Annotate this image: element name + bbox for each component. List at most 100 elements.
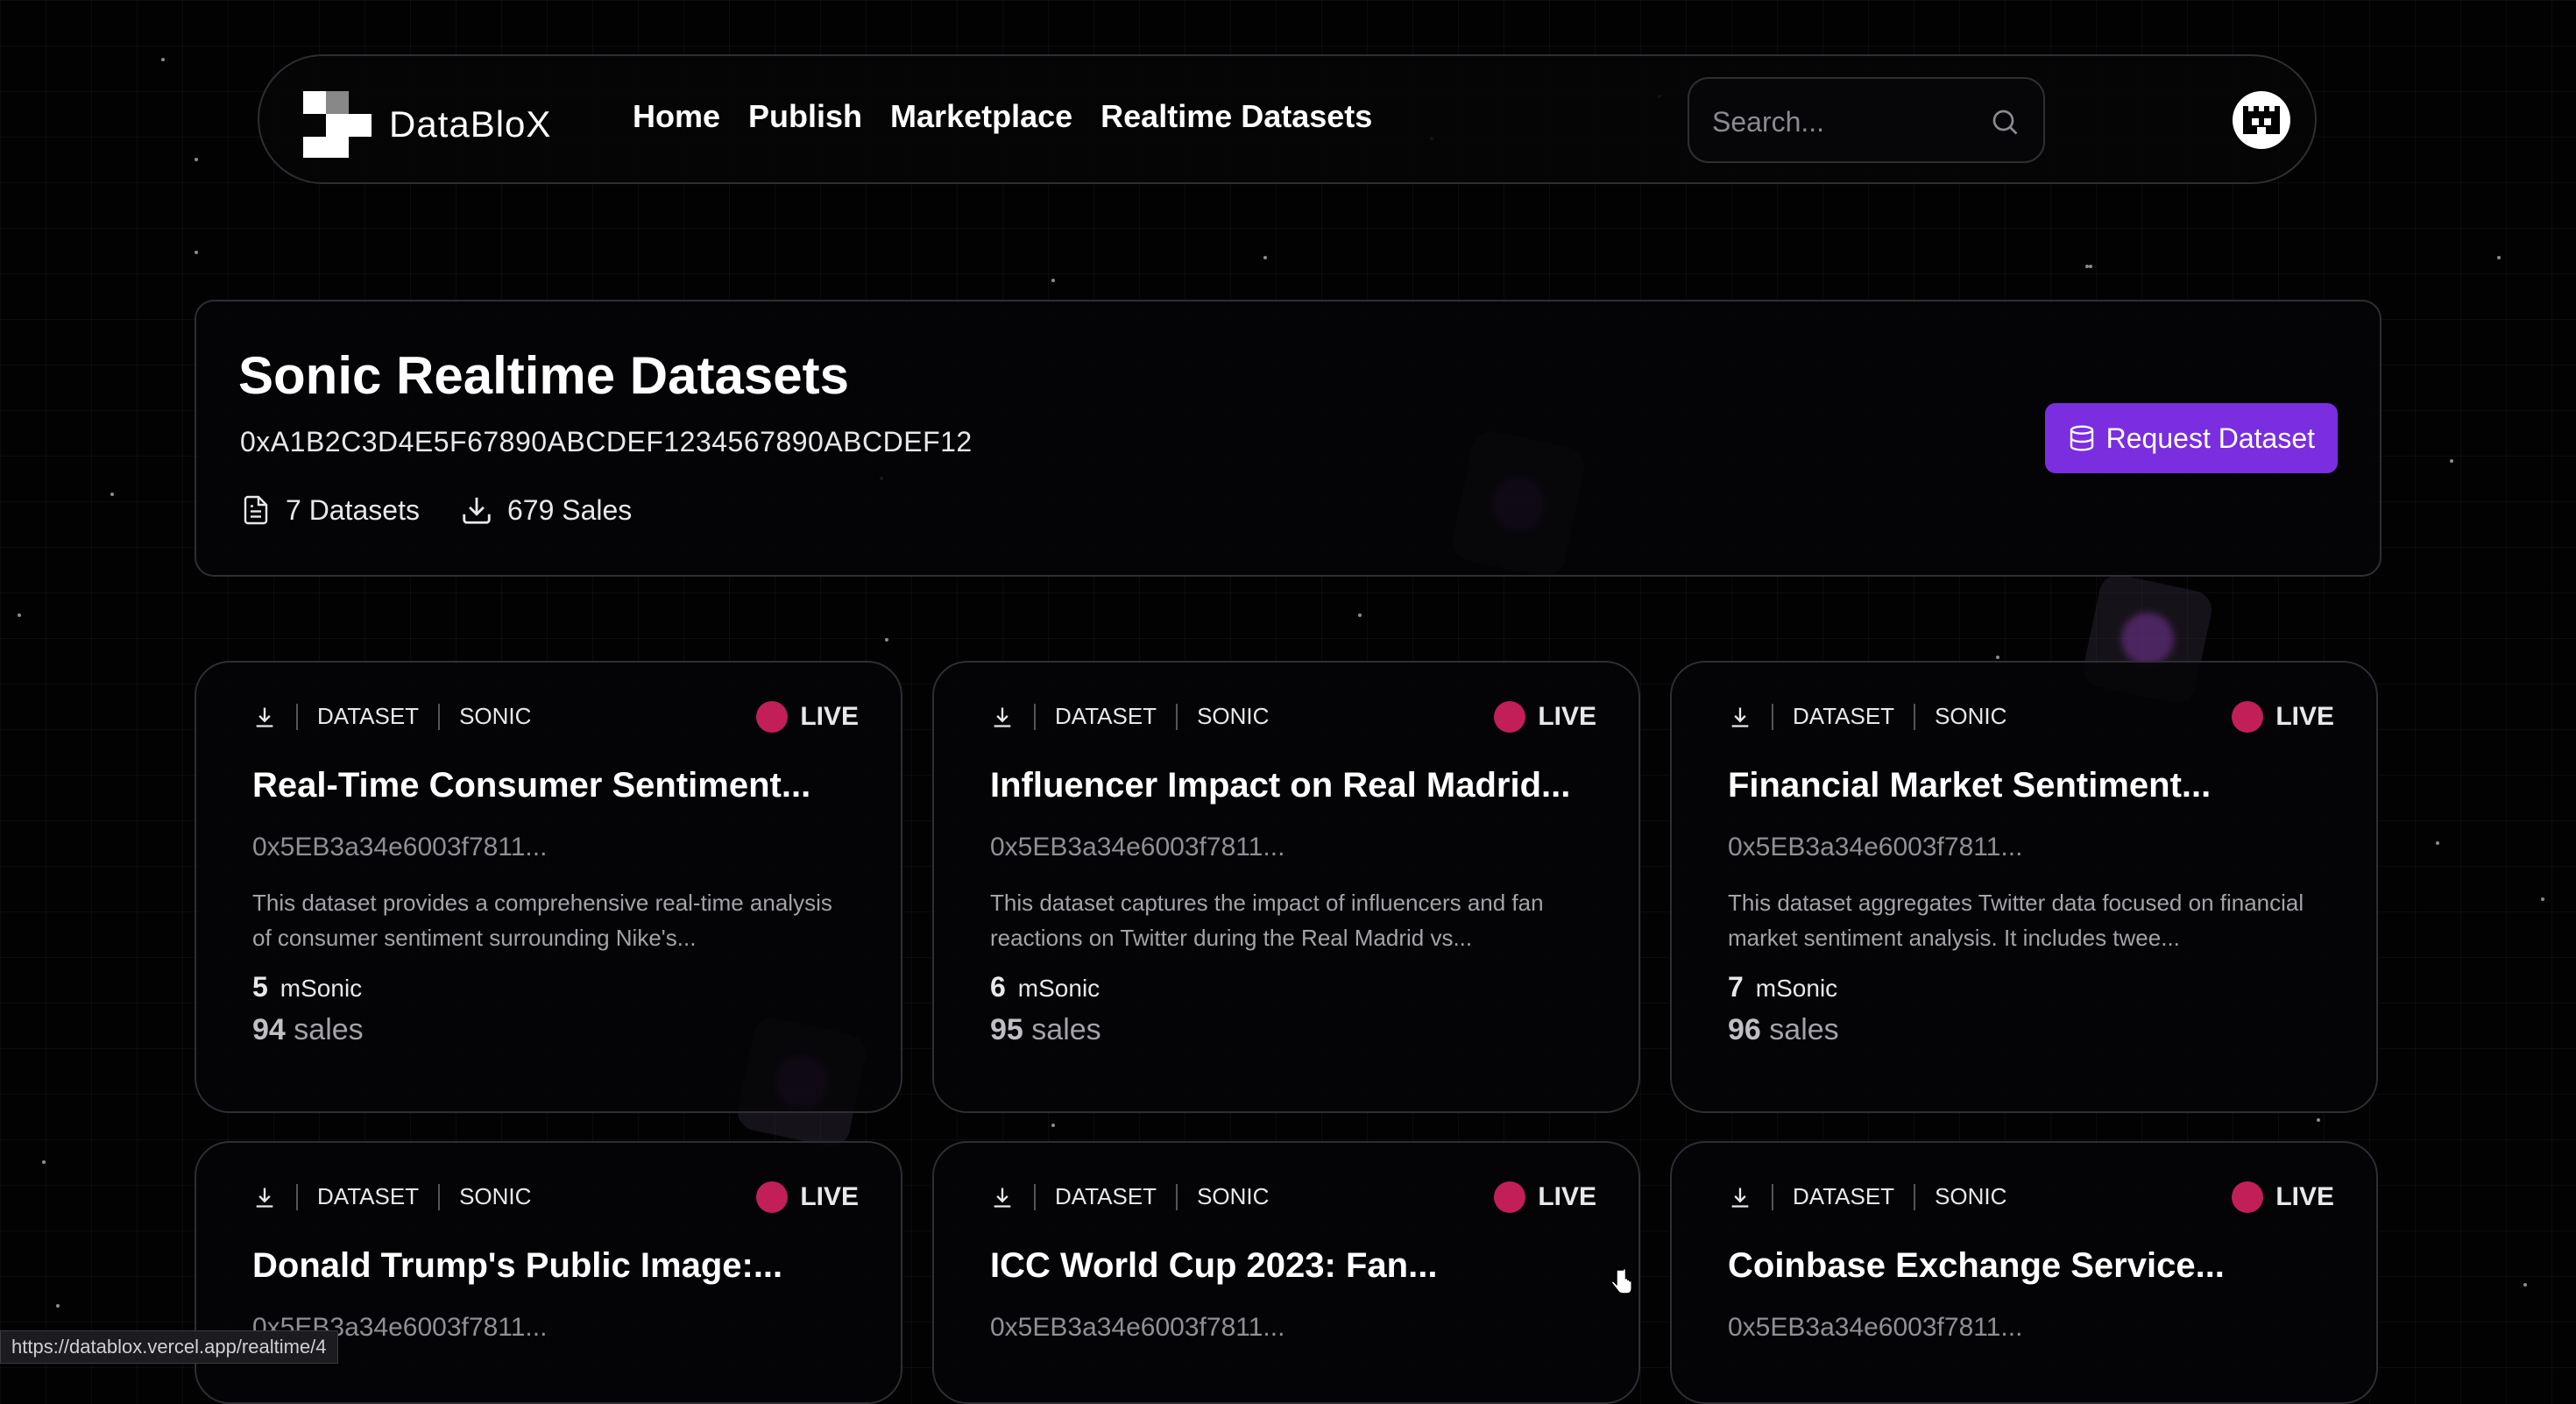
card-tags: DATASET SONIC [1728,1183,2006,1210]
request-dataset-label: Request Dataset [2105,422,2315,454]
live-dot-icon [2232,1181,2264,1213]
live-label: LIVE [800,1182,859,1211]
live-label: LIVE [800,702,859,731]
dataset-title: Coinbase Exchange Service... [1728,1246,2225,1285]
dataset-description: This dataset captures the impact of infl… [990,890,1544,951]
dataset-tag: DATASET [317,1183,420,1209]
live-badge: LIVE [756,701,859,733]
dataset-title: Influencer Impact on Real Madrid... [990,766,1571,805]
live-label: LIVE [2275,1182,2334,1211]
sales-value: 95 [990,1013,1023,1046]
datasets-count-stat: 7 Datasets [240,493,420,528]
price-unit: mSonic [280,975,363,1002]
live-badge: LIVE [2232,1181,2334,1213]
download-icon[interactable] [1728,705,1752,729]
dataset-tag: DATASET [1793,1183,1895,1209]
dataset-card[interactable]: DATASET SONIC LIVE Real-Time Consumer Se… [195,661,902,1113]
search-input[interactable] [1710,100,1977,144]
chain-tag: SONIC [459,1183,532,1209]
hand-cursor-icon [1610,1267,1632,1294]
page-title: Sonic Realtime Datasets [238,346,849,405]
live-badge: LIVE [1494,701,1596,733]
brand-logo[interactable]: DataBloX [303,91,551,158]
dataset-title: Real-Time Consumer Sentiment... [252,766,811,805]
live-label: LIVE [2275,702,2334,731]
collection-address: 0xA1B2C3D4E5F67890ABCDEF1234567890ABCDEF… [240,426,973,457]
dataset-price: 5 mSonic [252,971,362,1003]
download-icon[interactable] [252,705,277,729]
dataset-card[interactable]: DATASET SONIC LIVE ICC World Cup 2023: F… [932,1141,1640,1404]
download-icon [463,497,491,524]
download-icon[interactable] [1728,1185,1752,1209]
request-dataset-button[interactable]: Request Dataset [2044,403,2338,473]
download-icon[interactable] [990,705,1015,729]
dataset-sales: 96 sales [1728,1013,1839,1047]
chain-tag: SONIC [459,703,532,729]
price-value: 7 [1728,971,1744,1003]
document-icon [244,495,268,525]
collection-stats: 7 Datasets 679 Sales [240,493,632,528]
card-tags: DATASET SONIC [252,1183,531,1210]
sales-label: sales [1769,1013,1839,1046]
sales-count-stat: 679 Sales [460,493,632,527]
live-dot-icon [1494,701,1526,733]
datasets-count: 7 Datasets [286,493,420,526]
chain-tag: SONIC [1197,703,1270,729]
dataset-card[interactable]: DATASET SONIC LIVE Financial Market Sent… [1670,661,2378,1113]
dataset-sales: 95 sales [990,1013,1101,1047]
browser-status-url: https://datablox.vercel.app/realtime/4 [0,1330,338,1364]
live-dot-icon [1494,1181,1526,1213]
nav-link-marketplace[interactable]: Marketplace [890,98,1072,135]
dataset-card[interactable]: DATASET SONIC LIVE Coinbase Exchange Ser… [1670,1141,2378,1404]
nav-link-realtime-datasets[interactable]: Realtime Datasets [1100,98,1372,135]
card-tags: DATASET SONIC [990,1183,1269,1210]
dataset-card[interactable]: DATASET SONIC LIVE Donald Trump's Public… [195,1141,902,1404]
live-badge: LIVE [2232,701,2334,733]
nav-links: Home Publish Marketplace Realtime Datase… [633,98,1372,135]
database-icon [2070,425,2093,451]
dataset-description: This dataset aggregates Twitter data foc… [1728,890,2304,951]
card-tags: DATASET SONIC [1728,703,2006,730]
dataset-title: Financial Market Sentiment... [1728,766,2212,805]
dataset-sales: 94 sales [252,1013,364,1047]
brand-name: DataBloX [389,103,552,145]
search-icon[interactable] [1989,106,2020,138]
dataset-address: 0x5EB3a34e6003f7811... [1728,1313,2023,1342]
dataset-description: This dataset provides a comprehensive re… [252,890,832,951]
dataset-tag: DATASET [317,703,420,729]
dataset-tag: DATASET [1055,1183,1157,1209]
sales-count: 679 Sales [506,493,633,526]
live-badge: LIVE [756,1181,859,1213]
dataset-title: Donald Trump's Public Image:... [252,1246,783,1285]
nav-link-publish[interactable]: Publish [748,98,862,135]
price-unit: mSonic [1017,975,1100,1002]
sales-value: 96 [1728,1013,1761,1046]
dataset-tag: DATASET [1055,703,1157,729]
datablox-logo-icon [303,91,372,158]
sales-label: sales [294,1013,364,1046]
dataset-address: 0x5EB3a34e6003f7811... [990,1313,1285,1342]
live-dot-icon [756,1181,789,1213]
dataset-tag: DATASET [1793,703,1895,729]
nav-link-home[interactable]: Home [633,98,720,135]
collection-header: Sonic Realtime Datasets 0xA1B2C3D4E5F678… [195,300,2381,577]
price-value: 6 [990,971,1006,1003]
download-icon[interactable] [990,1185,1015,1209]
chain-tag: SONIC [1935,703,2007,729]
user-avatar[interactable] [2233,91,2290,149]
dataset-address: 0x5EB3a34e6003f7811... [252,833,548,862]
live-dot-icon [2232,701,2264,733]
dataset-price: 7 mSonic [1728,971,1837,1003]
live-label: LIVE [1538,702,1596,731]
top-navbar: DataBloX Home Publish Marketplace Realti… [258,54,2317,184]
chain-tag: SONIC [1935,1183,2007,1209]
download-icon[interactable] [252,1185,277,1209]
avatar-icon [2243,106,2280,134]
sales-value: 94 [252,1013,286,1046]
card-tags: DATASET SONIC [990,703,1269,730]
price-unit: mSonic [1755,975,1838,1002]
chain-tag: SONIC [1197,1183,1270,1209]
live-badge: LIVE [1494,1181,1596,1213]
dataset-card[interactable]: DATASET SONIC LIVE Influencer Impact on … [932,661,1640,1113]
card-tags: DATASET SONIC [252,703,531,730]
